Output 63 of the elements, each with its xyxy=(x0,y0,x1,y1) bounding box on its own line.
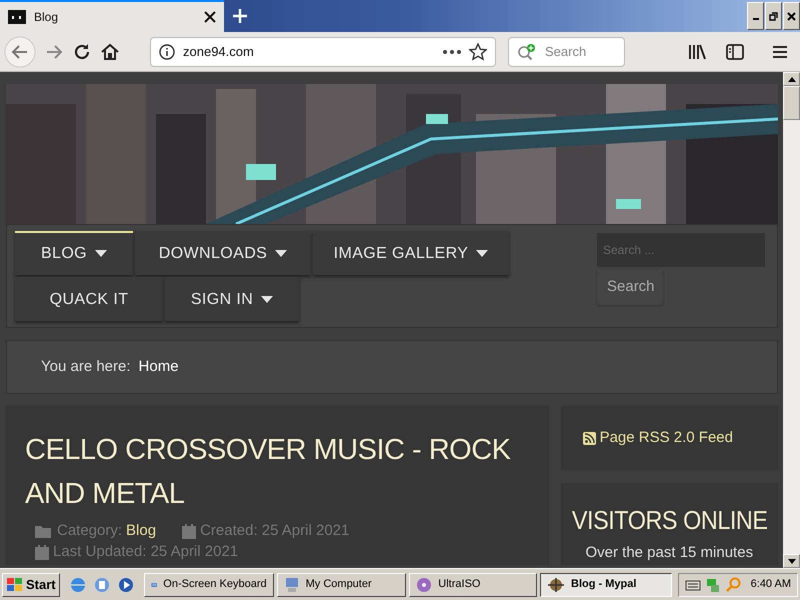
browser-tab[interactable]: Blog xyxy=(0,0,224,32)
visitors-text: Over the past 15 minutes xyxy=(585,543,754,563)
tab-title: Blog xyxy=(34,9,60,26)
new-tab-icon[interactable] xyxy=(232,8,248,24)
folder-icon xyxy=(35,524,53,538)
scroll-down-icon[interactable] xyxy=(788,558,796,564)
keyboard-icon[interactable] xyxy=(684,578,701,592)
search-icon xyxy=(517,42,537,60)
home-icon[interactable] xyxy=(100,42,120,62)
computer-icon xyxy=(284,576,300,592)
url-text: zone94.com xyxy=(183,42,255,61)
menu-icon[interactable] xyxy=(772,44,788,58)
nav-tab[interactable]: BLOG xyxy=(15,231,133,275)
url-field[interactable]: zone94.com xyxy=(150,36,496,66)
nav-tab[interactable]: IMAGE GALLERY xyxy=(313,231,509,275)
calendar-icon xyxy=(35,545,49,560)
minimize-button[interactable] xyxy=(747,2,764,30)
minimize-icon xyxy=(752,18,758,20)
breadcrumb-current: Home xyxy=(138,356,179,377)
created-date: Created: 25 April 2021 xyxy=(200,521,350,541)
library-icon[interactable] xyxy=(688,44,706,60)
disc-icon xyxy=(416,576,432,592)
site-icon xyxy=(8,10,26,24)
search-field[interactable]: Search xyxy=(508,36,625,66)
play-icon[interactable] xyxy=(116,576,135,594)
nav-tab[interactable]: SIGN IN xyxy=(165,277,299,321)
desktop-icon[interactable] xyxy=(92,576,111,594)
restore-icon xyxy=(769,12,778,20)
start-button[interactable]: Start xyxy=(2,572,60,596)
rss-link[interactable]: Page RSS 2.0 Feed xyxy=(600,426,733,450)
close-button[interactable] xyxy=(783,2,800,30)
restore-button[interactable] xyxy=(765,2,782,30)
scroll-thumb[interactable] xyxy=(783,86,800,120)
rss-icon xyxy=(582,432,596,444)
browser-icon xyxy=(547,576,566,592)
calendar-icon xyxy=(182,524,196,539)
updated-date: Last Updated: 25 April 2021 xyxy=(53,542,238,562)
category-link[interactable]: Blog xyxy=(126,520,156,542)
scrollbar[interactable] xyxy=(783,72,800,568)
category-label: Category: xyxy=(57,521,122,541)
taskbar-button[interactable]: UltraISO xyxy=(409,572,538,596)
star-icon[interactable] xyxy=(469,42,487,60)
nav-tab[interactable]: QUACK IT xyxy=(15,277,163,321)
breadcrumb-label: You are here: xyxy=(41,356,131,377)
scroll-up-icon[interactable] xyxy=(788,76,796,82)
taskbar-button[interactable]: My Computer xyxy=(276,572,406,596)
windows-logo-icon xyxy=(6,576,24,592)
clock: 6:40 AM xyxy=(750,577,791,592)
article-title: CELLO CROSSOVER MUSIC - ROCK AND METAL xyxy=(25,433,512,512)
search-button[interactable]: Search xyxy=(597,269,663,305)
visitors-title: VISITORS ONLINE xyxy=(571,504,768,537)
taskbar-button[interactable]: On-Screen Keyboard xyxy=(144,572,274,596)
back-icon[interactable] xyxy=(4,36,36,68)
globe-icon[interactable] xyxy=(68,576,87,594)
reload-icon[interactable] xyxy=(72,42,92,62)
more-icon[interactable] xyxy=(443,50,461,54)
taskbar-button[interactable]: Blog - Mypal xyxy=(540,572,672,596)
close-icon xyxy=(787,12,796,20)
search-input[interactable]: Search xyxy=(545,42,615,62)
sidebar-icon[interactable] xyxy=(726,44,744,60)
info-icon[interactable] xyxy=(159,44,175,60)
close-icon[interactable] xyxy=(204,11,216,23)
nav-tab[interactable]: DOWNLOADS xyxy=(135,231,311,275)
